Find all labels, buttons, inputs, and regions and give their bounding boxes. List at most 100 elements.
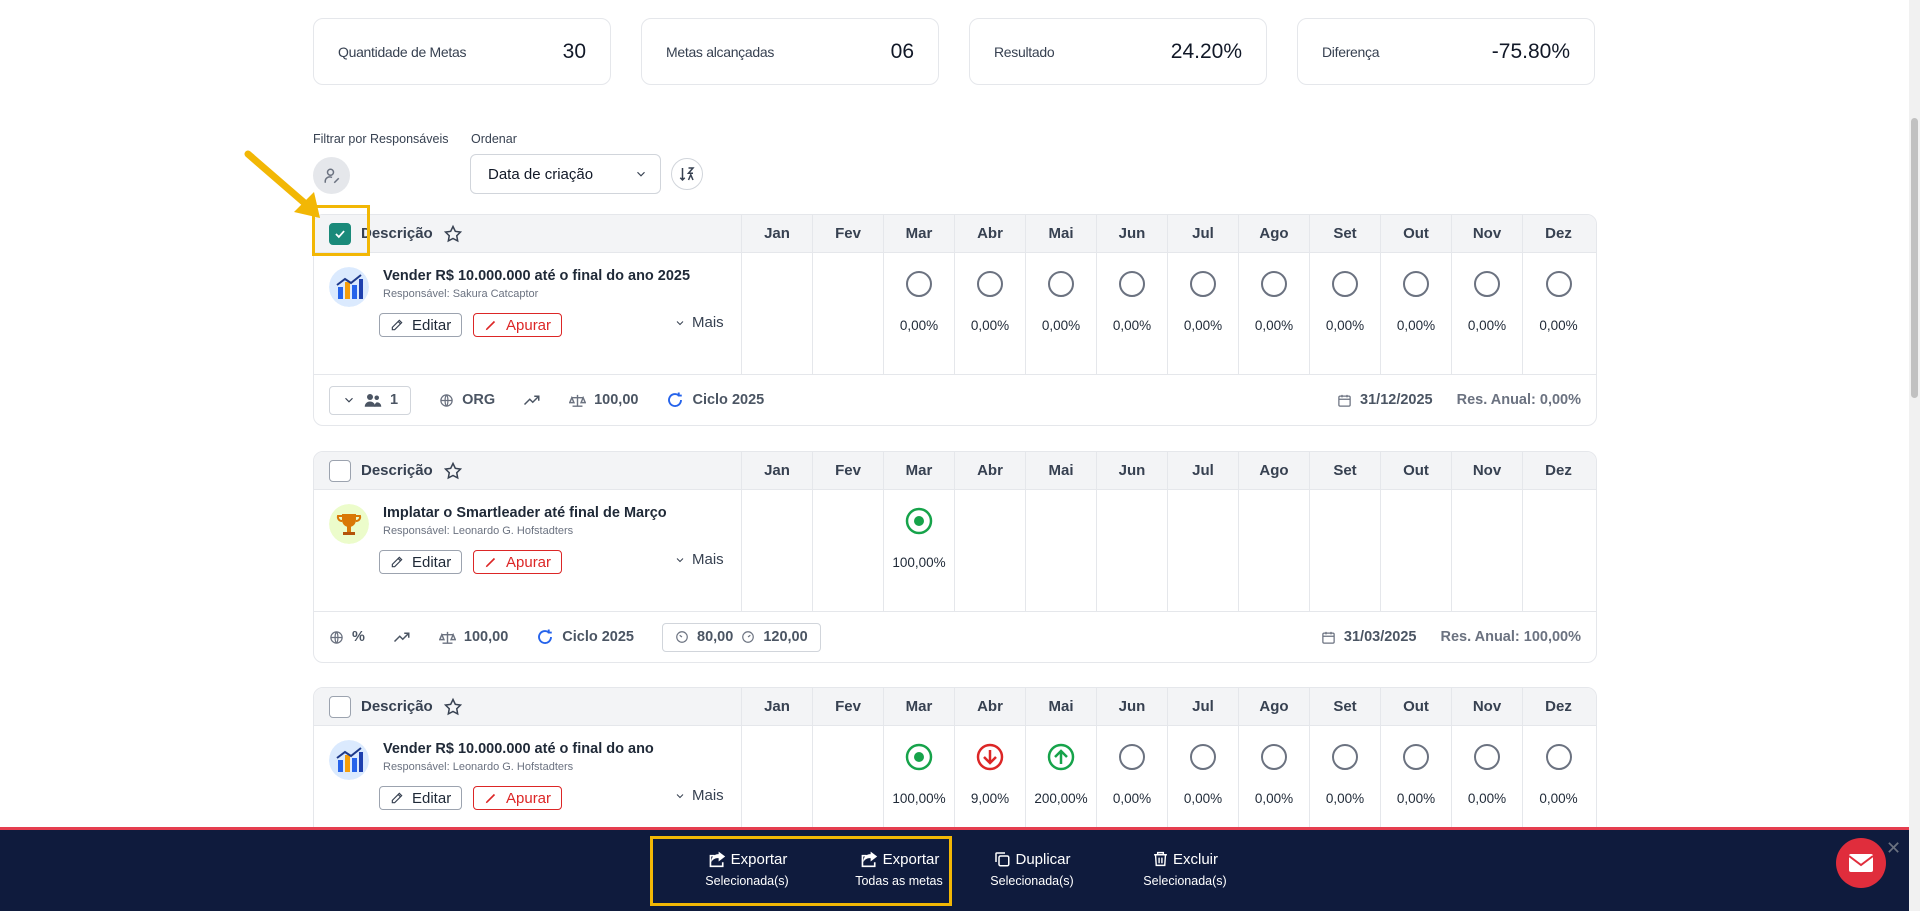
refresh-cycle-icon — [538, 629, 553, 644]
month-cell[interactable]: 0,00% — [1239, 253, 1310, 374]
globe-icon — [330, 630, 343, 644]
month-header: Jun — [1097, 452, 1168, 489]
month-percent: 0,00% — [1112, 791, 1152, 806]
cycle-item: Ciclo 2025 — [536, 628, 634, 646]
month-cell[interactable]: 0,00% — [1097, 253, 1168, 374]
weight-value: 100,00 — [594, 392, 639, 408]
month-cell[interactable]: 0,00% — [1381, 253, 1452, 374]
month-cell[interactable]: 0,00% — [1452, 253, 1523, 374]
month-cell[interactable]: 0,00% — [1523, 253, 1594, 374]
goal-title[interactable]: Implatar o Smartleader até final de Març… — [383, 505, 667, 521]
apurar-button[interactable]: Apurar — [473, 786, 563, 810]
month-cell[interactable]: 0,00% — [1097, 726, 1168, 836]
month-header: Mai — [1026, 215, 1097, 252]
month-cell[interactable]: 0,00% — [884, 253, 955, 374]
month-percent: 0,00% — [1539, 791, 1578, 806]
more-button[interactable]: Mais — [674, 551, 724, 568]
month-cell[interactable]: 0,00% — [955, 253, 1026, 374]
month-percent: 0,00% — [899, 318, 939, 333]
star-icon[interactable] — [443, 461, 463, 481]
apurar-button-label: Apurar — [506, 553, 552, 571]
month-percent: 0,00% — [1112, 318, 1152, 333]
delete-main: Excluir — [1152, 850, 1218, 868]
month-cell[interactable]: 0,00% — [1168, 253, 1239, 374]
description-header: Descrição — [314, 452, 742, 489]
month-header: Nov — [1452, 215, 1523, 252]
edit-button[interactable]: Editar — [379, 313, 463, 337]
more-button[interactable]: Mais — [674, 787, 724, 804]
month-cell — [1168, 490, 1239, 611]
scrollbar-thumb[interactable] — [1911, 118, 1918, 398]
month-percent: 100,00% — [892, 791, 946, 806]
order-select[interactable]: Data de criação — [470, 154, 661, 194]
month-cell[interactable]: 0,00% — [1310, 253, 1381, 374]
cycle-label: Ciclo 2025 — [692, 392, 765, 408]
month-header: Jul — [1168, 215, 1239, 252]
pending-circle-icon — [1119, 744, 1145, 770]
month-cell[interactable]: 100,00% — [884, 490, 955, 611]
sales-chart-icon — [329, 267, 369, 307]
pending-circle-icon — [1332, 744, 1358, 770]
edit-button-label: Editar — [412, 789, 452, 807]
scope-label: ORG — [462, 392, 496, 408]
copy-icon — [995, 852, 1010, 867]
target-achieved-icon — [905, 507, 933, 535]
goal-title[interactable]: Vender R$ 10.000.000 até o final do ano — [383, 741, 654, 757]
close-icon[interactable]: ✕ — [1886, 838, 1901, 859]
month-percent: 0,00% — [1183, 791, 1223, 806]
users-icon — [364, 394, 382, 407]
month-cell[interactable]: 100,00% — [884, 726, 955, 836]
goal-title[interactable]: Vender R$ 10.000.000 até o final do ano … — [383, 268, 690, 284]
month-header: Mai — [1026, 688, 1097, 725]
month-percent: 100,00% — [892, 555, 946, 570]
pending-circle-icon — [1332, 271, 1358, 297]
edit-button[interactable]: Editar — [379, 550, 463, 574]
month-cell[interactable]: 0,00% — [1168, 726, 1239, 836]
month-cell[interactable]: 0,00% — [1026, 253, 1097, 374]
month-cell — [1239, 490, 1310, 611]
month-percent: 200,00% — [1034, 791, 1088, 806]
month-cell[interactable]: 9,00% — [955, 726, 1026, 836]
month-percent: 0,00% — [1539, 318, 1578, 333]
more-button[interactable]: Mais — [674, 314, 724, 331]
apurar-button[interactable]: Apurar — [473, 550, 563, 574]
month-cell[interactable]: 0,00% — [1310, 726, 1381, 836]
scale-icon — [569, 394, 587, 407]
contact-mail-button[interactable] — [1836, 838, 1886, 888]
star-icon[interactable] — [443, 697, 463, 717]
mail-icon — [1848, 854, 1874, 872]
goal-footer-right: 31/03/2025 Res. Anual: 100,00% — [1321, 629, 1581, 645]
sort-direction-button[interactable] — [671, 158, 703, 190]
month-cell[interactable]: 200,00% — [1026, 726, 1097, 836]
goal-description-cell: Implatar o Smartleader até final de Març… — [314, 490, 742, 611]
pending-circle-icon — [1474, 271, 1500, 297]
month-header: Mar — [884, 452, 955, 489]
delete-selected-button[interactable]: Excluir Selecionada(s) — [1120, 850, 1250, 889]
duplicate-selected-button[interactable]: Duplicar Selecionada(s) — [967, 850, 1097, 889]
participants-toggle[interactable]: 1 — [329, 385, 412, 415]
month-cell[interactable]: 0,00% — [1452, 726, 1523, 836]
month-header: Jan — [742, 688, 813, 725]
goal-select-checkbox[interactable] — [329, 695, 351, 718]
month-percent: 0,00% — [1396, 318, 1436, 333]
goal-card: Descrição Jan Fev Mar Abr Mai Jun Jul Ag… — [313, 687, 1597, 837]
month-cell[interactable]: 0,00% — [1523, 726, 1594, 836]
month-cell[interactable]: 0,00% — [1239, 726, 1310, 836]
summary-card-result: Resultado 24.20% — [969, 18, 1267, 85]
edit-button-label: Editar — [412, 553, 452, 571]
month-header: Ago — [1239, 688, 1310, 725]
month-percent: 0,00% — [970, 318, 1010, 333]
month-percent: 0,00% — [1041, 318, 1081, 333]
apurar-button[interactable]: Apurar — [473, 313, 563, 337]
page-scrollbar[interactable] — [1909, 0, 1920, 911]
month-header: Jan — [742, 215, 813, 252]
goal-select-checkbox[interactable] — [329, 459, 351, 482]
month-cell[interactable]: 0,00% — [1381, 726, 1452, 836]
month-header: Out — [1381, 215, 1452, 252]
description-label: Descrição — [361, 698, 433, 715]
edit-button[interactable]: Editar — [379, 786, 463, 810]
delete-sub: Selecionada(s) — [1143, 874, 1227, 888]
star-icon[interactable] — [443, 224, 463, 244]
pending-circle-icon — [1261, 271, 1287, 297]
arrow-up-circle-icon — [1047, 743, 1075, 771]
